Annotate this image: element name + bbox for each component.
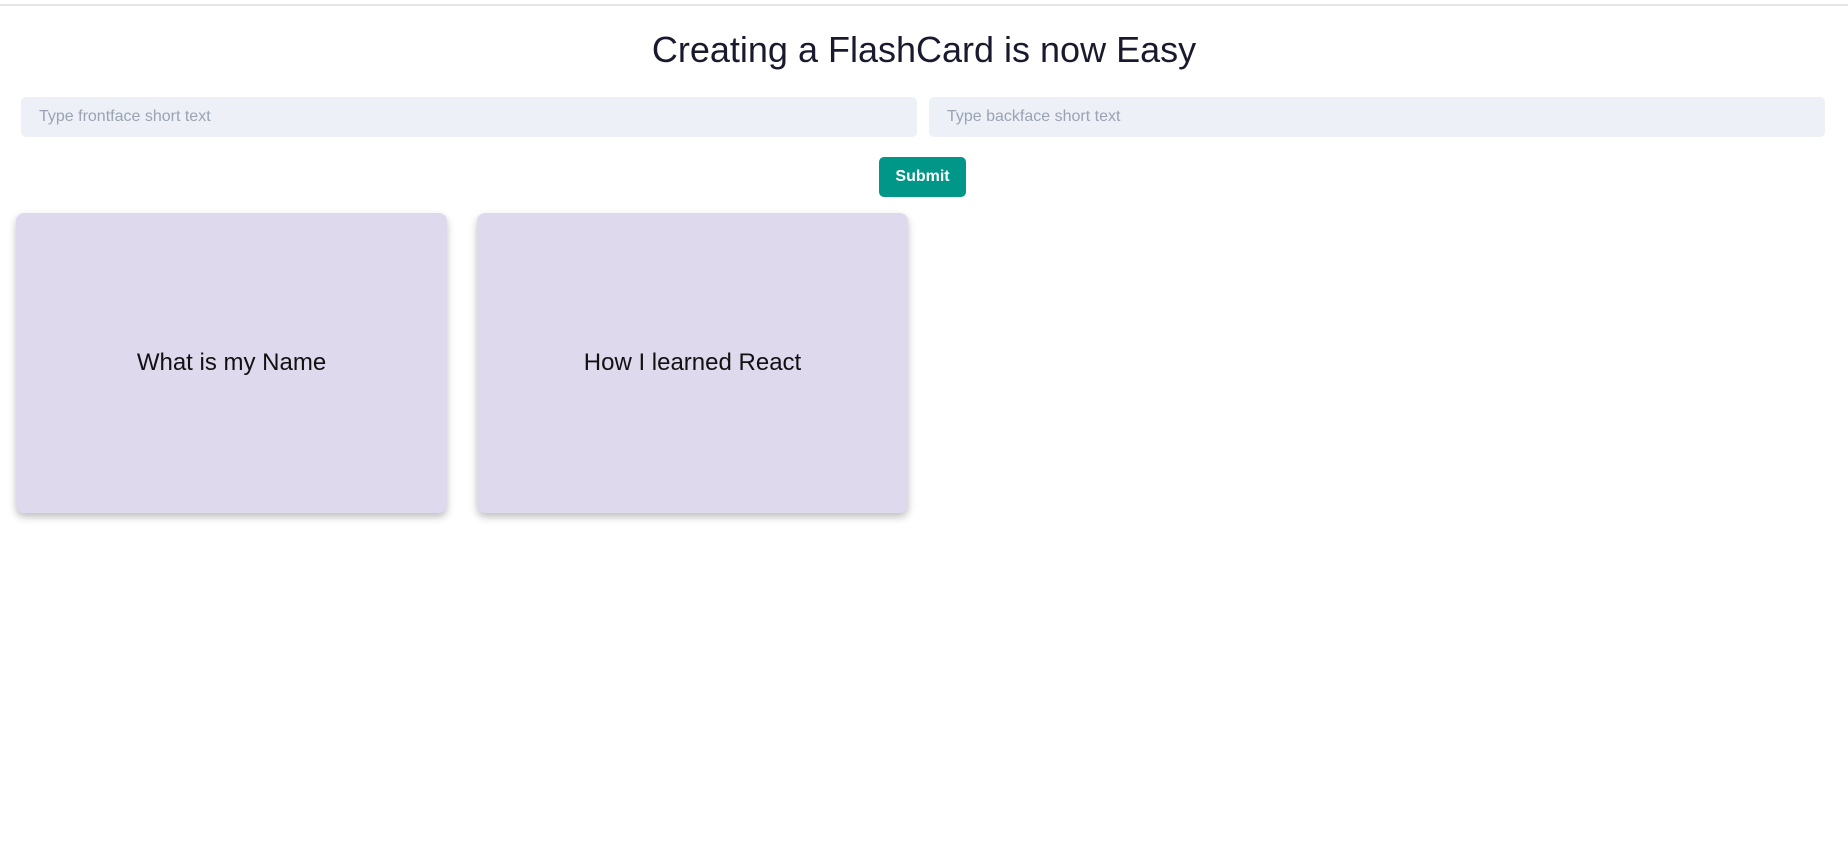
flashcard[interactable]: How I learned React (477, 213, 908, 513)
top-divider (0, 4, 1848, 6)
flashcard[interactable]: What is my Name (16, 213, 447, 513)
page-title: Creating a FlashCard is now Easy (651, 29, 1197, 70)
flashcard-grid: What is my Name How I learned React (0, 213, 1848, 515)
frontface-input[interactable] (21, 97, 917, 137)
submit-button[interactable]: Submit (879, 157, 966, 197)
flashcard-front-text: What is my Name (136, 349, 327, 376)
backface-input[interactable] (929, 97, 1825, 137)
flashcard-front-text: How I learned React (583, 349, 802, 376)
